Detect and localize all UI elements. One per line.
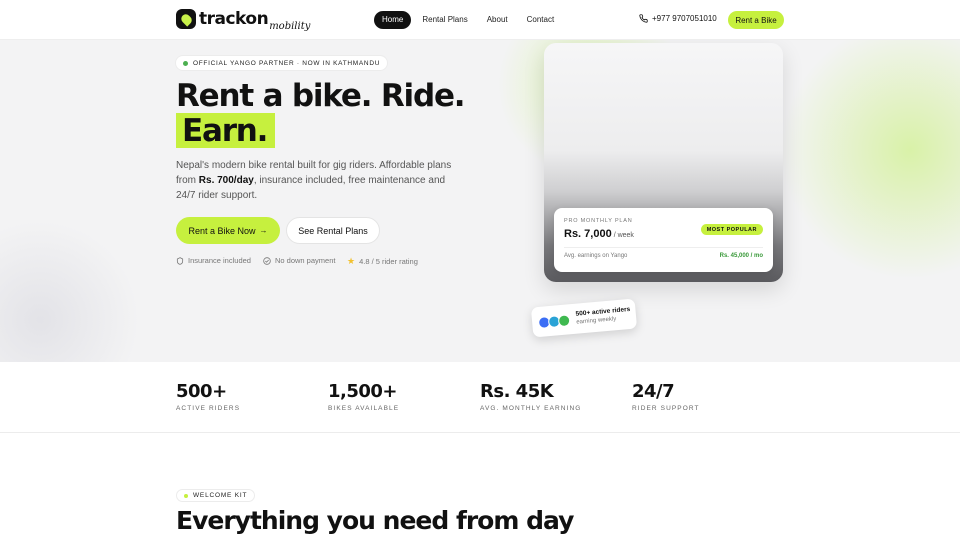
brand-name: trackon	[199, 9, 269, 29]
top-nav: trackon mobility Home Rental Plans About…	[0, 0, 960, 40]
nav-link-contact[interactable]: Contact	[519, 11, 563, 29]
stat-value: 24/7	[632, 381, 675, 402]
see-rental-plans-button[interactable]: See Rental Plans	[286, 217, 380, 244]
riders-subtitle: earning weekly	[576, 316, 617, 326]
partner-badge-text: OFFICIAL YANGO PARTNER · NOW IN KATHMAND…	[193, 59, 381, 67]
section-divider	[0, 432, 960, 433]
stat-label: AVG. MONTHLY EARNING	[480, 405, 582, 412]
stat-bikes-available: 1,500+ BIKES AVAILABLE	[328, 381, 400, 413]
earnings-value: Rs. 45,000 / mo	[719, 253, 763, 259]
phone-icon	[639, 14, 648, 23]
status-dot-icon	[184, 493, 188, 498]
rent-bike-now-label: Rent a Bike Now	[188, 225, 256, 236]
brand-subtitle: mobility	[269, 21, 311, 32]
stat-label: ACTIVE RIDERS	[176, 405, 241, 412]
desc-price: Rs. 700/day	[198, 175, 254, 186]
stat-value: 500+	[176, 381, 227, 402]
trust-text: Insurance included	[188, 256, 251, 265]
plan-card: PRO MONTHLY PLAN Rs. 7,000/ week MOST PO…	[554, 208, 773, 272]
rent-bike-button[interactable]: Rent a Bike	[728, 11, 784, 29]
hero-title-highlight: Earn.	[176, 113, 276, 149]
section-title: Everything you need from day	[176, 506, 574, 535]
avatar	[557, 314, 571, 328]
stat-label: BIKES AVAILABLE	[328, 405, 400, 412]
hero-description: Nepal's modern bike rental built for gig…	[176, 158, 466, 203]
stat-avg-monthly-earning: Rs. 45K AVG. MONTHLY EARNING	[480, 381, 582, 413]
welcome-kit-text: WELCOME KIT	[193, 492, 248, 499]
check-circle-icon	[263, 256, 271, 265]
decorative-glow	[0, 220, 140, 362]
trust-item-insurance: Insurance included	[176, 256, 251, 265]
nav-link-about[interactable]: About	[479, 11, 516, 29]
arrow-right-icon: →	[259, 226, 268, 235]
plan-price: Rs. 7,000/ week	[564, 228, 634, 240]
hero-section	[0, 40, 960, 362]
trust-item-rating: ★ 4.8 / 5 rider rating	[347, 256, 418, 267]
status-dot-icon	[183, 60, 188, 66]
stat-active-riders: 500+ ACTIVE RIDERS	[176, 381, 241, 413]
brand-logo[interactable]: trackon mobility	[176, 9, 310, 32]
welcome-kit-badge: WELCOME KIT	[176, 489, 256, 502]
earnings-label: Avg. earnings on Yango	[564, 253, 628, 259]
stat-value: 1,500+	[328, 381, 398, 402]
plan-label: PRO MONTHLY PLAN	[564, 218, 633, 224]
rent-bike-now-button[interactable]: Rent a Bike Now →	[176, 217, 280, 244]
main-menu: Home Rental Plans About Contact	[374, 11, 565, 29]
location-pin-icon	[176, 9, 196, 29]
trust-text: 4.8 / 5 rider rating	[359, 257, 418, 266]
phone-number: +977 9707051010	[652, 14, 717, 23]
decorative-glow	[780, 40, 960, 280]
star-icon: ★	[347, 256, 356, 266]
plan-price-value: Rs. 7,000	[564, 228, 612, 240]
hero-title: Rent a bike. Ride.	[176, 78, 466, 114]
nav-link-home[interactable]: Home	[374, 11, 412, 29]
partner-badge: OFFICIAL YANGO PARTNER · NOW IN KATHMAND…	[176, 56, 388, 70]
most-popular-badge: MOST POPULAR	[700, 224, 763, 235]
shield-icon	[176, 256, 184, 265]
stat-value: Rs. 45K	[480, 381, 554, 402]
stat-label: RIDER SUPPORT	[632, 405, 700, 412]
stat-rider-support: 24/7 RIDER SUPPORT	[632, 381, 700, 413]
plan-price-unit: / week	[613, 232, 634, 239]
trust-text: No down payment	[275, 256, 336, 265]
trust-item-no-down-payment: No down payment	[263, 256, 335, 265]
divider	[564, 247, 763, 248]
riders-title: 500+ active riders	[575, 305, 631, 318]
phone-link[interactable]: +977 9707051010	[639, 14, 717, 23]
nav-link-rental-plans[interactable]: Rental Plans	[414, 11, 475, 29]
